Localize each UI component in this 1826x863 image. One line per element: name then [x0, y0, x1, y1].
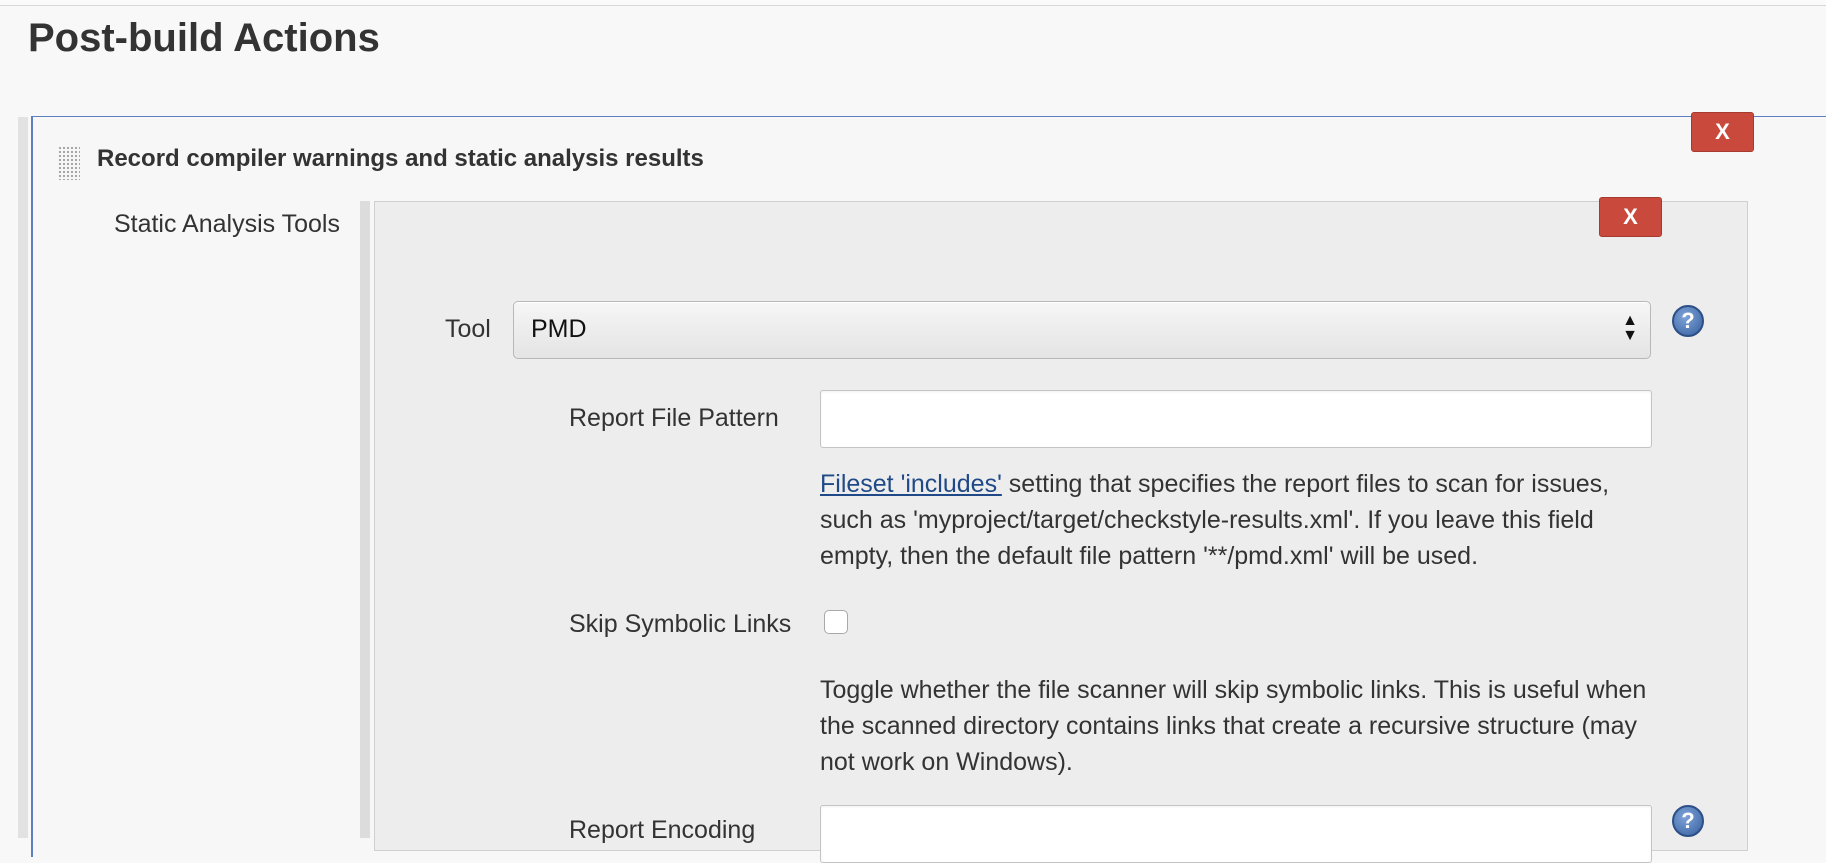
skip-symbolic-links-label: Skip Symbolic Links	[569, 610, 792, 638]
report-file-pattern-description: Fileset 'includes' setting that specifie…	[820, 466, 1660, 574]
tool-select[interactable]: PMD ▲ ▼	[513, 301, 1651, 359]
tool-select-value: PMD	[531, 315, 587, 343]
select-arrows-icon: ▲ ▼	[1622, 312, 1638, 344]
delete-step-button[interactable]: X	[1691, 112, 1754, 152]
tool-label: Tool	[445, 315, 491, 343]
report-file-pattern-label: Report File Pattern	[569, 404, 779, 432]
top-divider	[0, 0, 1826, 6]
report-encoding-label: Report Encoding	[569, 816, 756, 844]
report-file-pattern-input[interactable]	[820, 390, 1652, 448]
skip-symbolic-links-description: Toggle whether the file scanner will ski…	[820, 676, 1647, 776]
section-title: Post-build Actions	[28, 16, 380, 60]
drag-handle-icon[interactable]	[58, 146, 80, 180]
fileset-includes-link[interactable]: Fileset 'includes'	[820, 470, 1002, 498]
static-analysis-tools-label: Static Analysis Tools	[113, 210, 340, 238]
report-encoding-input[interactable]	[820, 805, 1652, 863]
step-title: Record compiler warnings and static anal…	[97, 145, 704, 172]
skip-symbolic-links-checkbox[interactable]	[824, 610, 848, 634]
delete-tool-button[interactable]: X	[1599, 197, 1662, 237]
tool-gutter	[360, 201, 370, 838]
encoding-help-icon[interactable]: ?	[1672, 805, 1704, 837]
help-icon[interactable]: ?	[1672, 305, 1704, 337]
